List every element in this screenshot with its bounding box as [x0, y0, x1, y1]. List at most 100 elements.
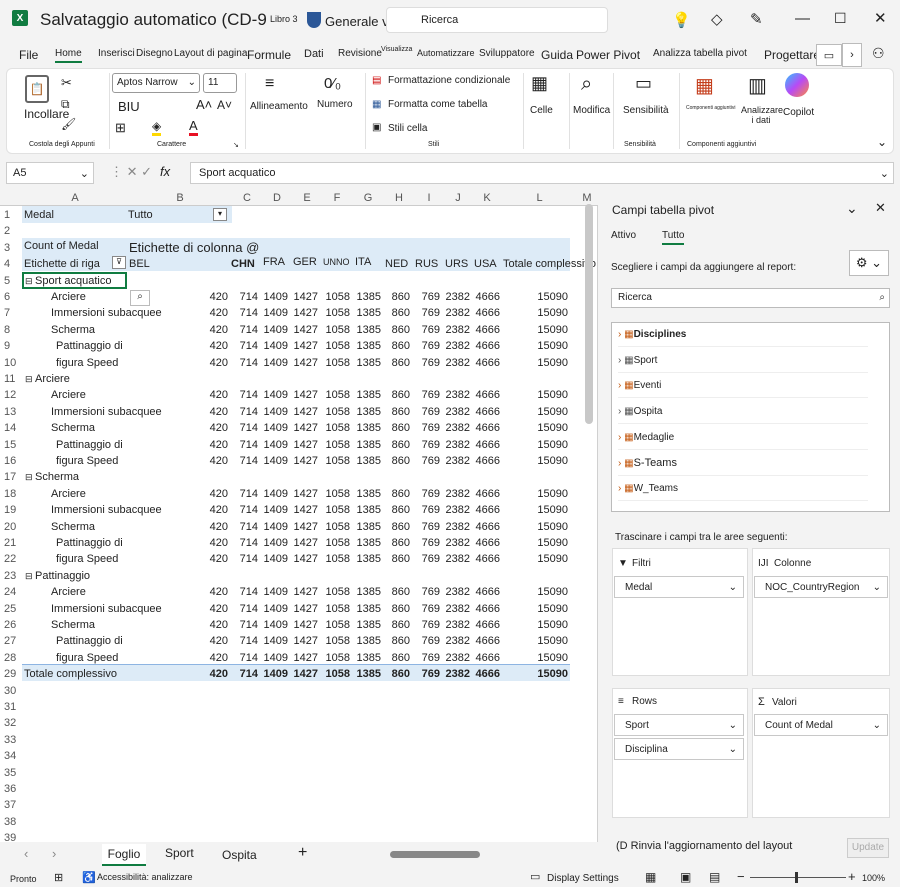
value-cell[interactable]: 1409: [260, 650, 288, 667]
column-header[interactable]: I: [414, 190, 444, 207]
row-number[interactable]: 10: [0, 355, 20, 372]
value-cell[interactable]: 860: [382, 535, 410, 552]
row-number[interactable]: 4: [0, 256, 20, 273]
value-cell[interactable]: 1385: [353, 601, 381, 618]
value-cell[interactable]: 769: [412, 617, 440, 634]
group-label-cell[interactable]: Scherma: [35, 469, 79, 486]
value-cell[interactable]: 4666: [472, 650, 500, 667]
column-header[interactable]: J: [444, 190, 472, 207]
zoom-slider[interactable]: [750, 877, 846, 878]
value-cell[interactable]: 1058: [322, 453, 350, 470]
value-cell[interactable]: 4666: [472, 322, 500, 339]
cut-icon[interactable]: ✂: [61, 75, 72, 91]
value-cell[interactable]: 714: [230, 355, 258, 372]
value-cell[interactable]: 420: [200, 584, 228, 601]
worksheet-grid[interactable]: ABCDEFGHIJKLM ▾ ⊽ ⌕ 1 2 3 4 5 6 7 8 9 10 11 12 13 14 1…: [0, 190, 598, 844]
font-name-select[interactable]: Aptos Narrow ⌄: [112, 73, 200, 93]
name-box[interactable]: A5 ⌄: [6, 162, 94, 184]
tab-home[interactable]: Home: [55, 48, 82, 63]
copy-icon[interactable]: ⧉: [61, 97, 70, 112]
column-labels-cell[interactable]: Etichette di colonna @: [129, 240, 259, 257]
value-cell[interactable]: 1409: [260, 535, 288, 552]
cell-styles-icon[interactable]: ▣: [372, 122, 381, 133]
value-cell[interactable]: 4666: [472, 601, 500, 618]
zoom-out-icon[interactable]: −: [737, 869, 745, 884]
number-button[interactable]: Numero: [317, 99, 353, 110]
value-cell[interactable]: 4666: [472, 404, 500, 421]
value-cell[interactable]: 1409: [260, 453, 288, 470]
field-item[interactable]: › ▦ Eventi: [618, 374, 868, 399]
column-header[interactable]: G: [352, 190, 384, 207]
row-number[interactable]: 20: [0, 519, 20, 536]
value-cell[interactable]: 1058: [322, 535, 350, 552]
column-header[interactable]: K: [472, 190, 502, 207]
close-icon[interactable]: ✕: [874, 9, 887, 27]
item-label-cell[interactable]: Pattinaggio di: [56, 338, 123, 355]
value-cell[interactable]: 15090: [508, 322, 568, 339]
value-cell[interactable]: 1409: [260, 551, 288, 568]
item-label-cell[interactable]: Pattinaggio di: [56, 437, 123, 454]
column-header[interactable]: A: [22, 190, 128, 207]
value-cell[interactable]: 2382: [442, 355, 470, 372]
paste-icon[interactable]: 📋: [25, 75, 49, 103]
zoom-in-icon[interactable]: +: [848, 869, 856, 884]
cells-icon[interactable]: ▦: [531, 73, 548, 94]
value-cell[interactable]: 1058: [322, 305, 350, 322]
row-number[interactable]: 27: [0, 633, 20, 650]
row-number[interactable]: 6: [0, 289, 20, 306]
row-number[interactable]: 25: [0, 601, 20, 618]
value-cell[interactable]: 1058: [322, 601, 350, 618]
value-cell[interactable]: 1427: [290, 437, 318, 454]
filter-label-cell[interactable]: Medal: [24, 207, 54, 224]
zoom-thumb[interactable]: [795, 872, 798, 883]
value-cell[interactable]: 1427: [290, 453, 318, 470]
country-header-cell[interactable]: UNNO: [323, 254, 350, 271]
country-header-cell[interactable]: FRA: [263, 254, 285, 271]
value-cell[interactable]: 1409: [260, 289, 288, 306]
value-cell[interactable]: 4666: [472, 551, 500, 568]
row-number[interactable]: 29: [0, 666, 20, 683]
value-cell[interactable]: 1427: [290, 387, 318, 404]
row-number[interactable]: 31: [0, 699, 20, 716]
column-field-chip[interactable]: NOC_CountryRegion ⌄: [754, 576, 888, 598]
value-cell[interactable]: 769: [412, 355, 440, 372]
value-cell[interactable]: 1385: [353, 551, 381, 568]
modify-button[interactable]: Modifica: [573, 105, 610, 116]
value-cell[interactable]: 15090: [508, 387, 568, 404]
tab-pivot-analyze[interactable]: Analizza tabella pivot: [653, 48, 747, 59]
value-cell[interactable]: 15090: [508, 420, 568, 437]
value-cell[interactable]: 769: [412, 305, 440, 322]
value-cell[interactable]: 860: [382, 584, 410, 601]
value-cell[interactable]: 1427: [290, 551, 318, 568]
value-cell[interactable]: 420: [200, 519, 228, 536]
value-cell[interactable]: 15090: [508, 666, 568, 683]
row-number[interactable]: 26: [0, 617, 20, 634]
value-cell[interactable]: 714: [230, 666, 258, 683]
value-cell[interactable]: 714: [230, 338, 258, 355]
value-cell[interactable]: 4666: [472, 387, 500, 404]
value-cell[interactable]: 420: [200, 601, 228, 618]
field-item[interactable]: › ▦ W_Teams: [618, 477, 868, 502]
country-header-cell[interactable]: CHN: [231, 256, 255, 273]
value-cell[interactable]: 1409: [260, 666, 288, 683]
value-cell[interactable]: 4666: [472, 338, 500, 355]
group-label-cell[interactable]: Arciere: [35, 371, 70, 388]
row-filter-icon[interactable]: ⊽: [112, 256, 126, 269]
value-cell[interactable]: 1409: [260, 420, 288, 437]
display-icon[interactable]: ▭: [530, 870, 540, 883]
item-label-cell[interactable]: Immersioni subacquee: [51, 601, 162, 618]
value-cell[interactable]: 1385: [353, 322, 381, 339]
fill-color-icon[interactable]: ◈: [152, 119, 162, 136]
value-cell[interactable]: 860: [382, 666, 410, 683]
field-list[interactable]: › ▦ Disciplines › ▦ Sport › ▦ Eventi › ▦ Os…: [611, 322, 890, 512]
value-cell[interactable]: 1058: [322, 289, 350, 306]
value-cell[interactable]: 1427: [290, 601, 318, 618]
value-cell[interactable]: 1427: [290, 355, 318, 372]
person-icon[interactable]: ⚇: [872, 45, 885, 62]
value-cell[interactable]: 1427: [290, 666, 318, 683]
value-cell[interactable]: 1385: [353, 617, 381, 634]
field-search-input[interactable]: Ricerca ⌕: [611, 288, 890, 308]
value-cell[interactable]: 860: [382, 355, 410, 372]
defer-update-checkbox[interactable]: (D Rinvia l'aggiornamento del layout: [616, 840, 792, 852]
chevron-down-icon[interactable]: ⌄: [846, 200, 858, 217]
